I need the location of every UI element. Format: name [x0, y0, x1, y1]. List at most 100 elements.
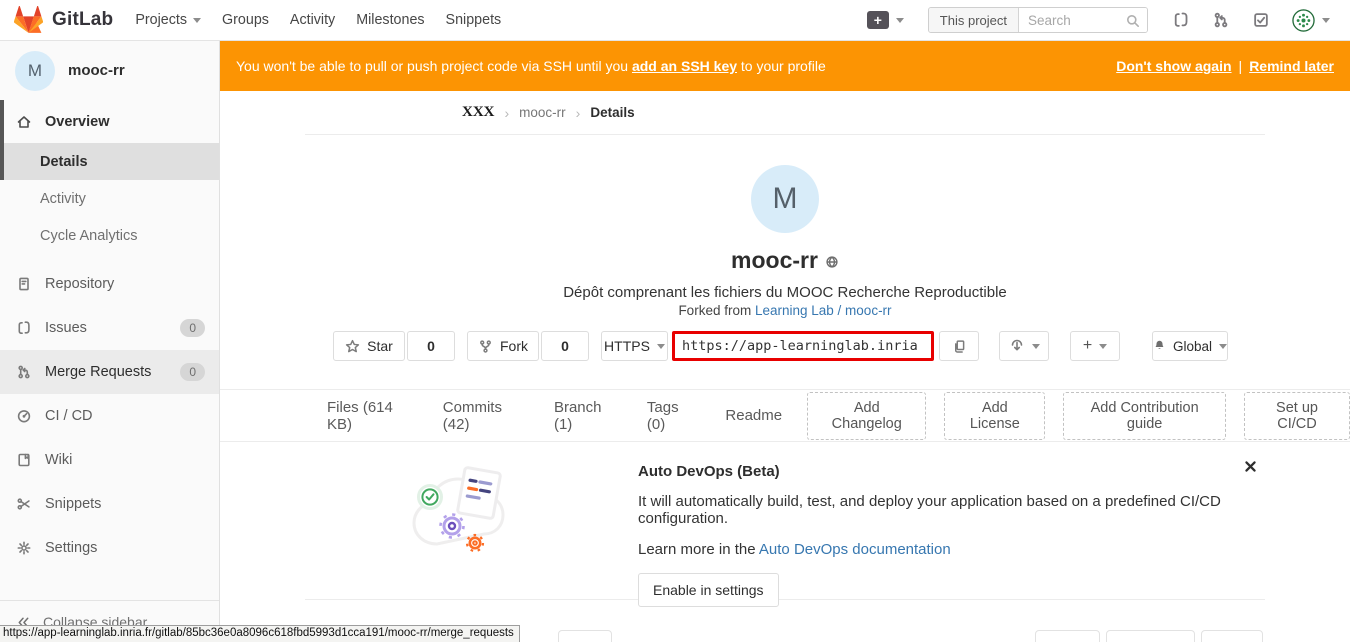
nav-snippets[interactable]: Snippets [446, 12, 502, 28]
book-icon [16, 452, 32, 468]
search-icon [1125, 13, 1141, 29]
cut-off-button[interactable] [558, 630, 612, 642]
cut-off-button[interactable] [1201, 630, 1263, 642]
gitlab-tanuki-icon [14, 6, 43, 34]
project-title: mooc-rr [731, 247, 818, 274]
tab-tags[interactable]: Tags (0) [640, 399, 703, 433]
sidebar-item-overview[interactable]: Overview [0, 100, 219, 143]
fork-button[interactable]: Fork [467, 331, 539, 361]
banner-text: You won't be able to pull or push projec… [236, 58, 628, 74]
navbar-right: + This project [867, 7, 1350, 33]
nav-projects[interactable]: Projects [135, 12, 201, 28]
sidebar-project-header[interactable]: M mooc-rr [0, 41, 219, 100]
sidebar-item-merge-requests[interactable]: Merge Requests 0 [0, 350, 219, 394]
enable-in-settings-button[interactable]: Enable in settings [638, 573, 779, 607]
close-icon[interactable] [1244, 460, 1257, 473]
breadcrumb-page: Details [590, 105, 634, 120]
status-bar-url: https://app-learninglab.inria.fr/gitlab/… [0, 625, 520, 642]
gitlab-wordmark: GitLab [52, 9, 113, 31]
sidebar-item-settings[interactable]: Settings [0, 526, 219, 570]
project-avatar-small: M [15, 51, 55, 91]
tab-files[interactable]: Files (614 KB) [320, 399, 421, 433]
top-navbar: GitLab Projects Groups Activity Mileston… [0, 0, 1350, 41]
search-scope-label: This project [929, 8, 1019, 32]
sidebar-item-details[interactable]: Details [0, 143, 219, 180]
add-ssh-key-link[interactable]: add an SSH key [632, 58, 737, 74]
new-menu-button[interactable]: + [867, 11, 904, 29]
gitlab-logo[interactable]: GitLab [14, 6, 113, 34]
scissors-icon [16, 496, 32, 512]
autodevops-title: Auto DevOps (Beta) [638, 463, 1265, 480]
banner-divider: | [1239, 58, 1243, 74]
fork-count[interactable]: 0 [541, 331, 589, 361]
breadcrumb-separator: › [576, 105, 581, 121]
issues-icon[interactable] [1172, 11, 1190, 29]
chevron-down-icon [1032, 344, 1040, 349]
tab-commits[interactable]: Commits (42) [436, 399, 532, 433]
notification-dropdown[interactable]: Global [1152, 331, 1228, 361]
nav-milestones[interactable]: Milestones [356, 12, 424, 28]
issues-icon [16, 320, 32, 336]
star-button[interactable]: Star [333, 331, 405, 361]
forked-from-label: Forked from [678, 303, 751, 318]
merge-request-icon[interactable] [1212, 11, 1230, 29]
sidebar-project-name: mooc-rr [68, 62, 125, 79]
project-description: Dépôt comprenant les fichiers du MOOC Re… [220, 284, 1350, 301]
breadcrumb-group[interactable]: XXX [462, 104, 495, 121]
autodevops-docs-link[interactable]: Auto DevOps documentation [759, 541, 951, 558]
project-header: M mooc-rr Dépôt comprenant les fichiers … [220, 165, 1350, 318]
cut-off-button[interactable] [1106, 630, 1195, 642]
bell-icon [1153, 339, 1166, 353]
autodevops-illustration [405, 452, 525, 564]
add-changelog-button[interactable]: Add Changelog [807, 392, 926, 440]
plus-icon: + [1083, 337, 1092, 355]
breadcrumb-separator: › [505, 105, 510, 121]
home-icon [16, 114, 32, 130]
auto-devops-callout: Auto DevOps (Beta) It will automatically… [305, 442, 1265, 600]
clipboard-icon [952, 339, 967, 354]
sidebar-item-cycle-analytics[interactable]: Cycle Analytics [0, 217, 219, 254]
sidebar-item-issues[interactable]: Issues 0 [0, 306, 219, 350]
clone-url-input[interactable]: https://app-learninglab.inria [672, 331, 934, 361]
autodevops-description: It will automatically build, test, and d… [638, 493, 1265, 527]
sidebar-item-repository[interactable]: Repository [0, 262, 219, 306]
todos-icon[interactable] [1252, 11, 1270, 29]
cut-off-button[interactable] [1035, 630, 1100, 642]
breadcrumb-bar: XXX › mooc-rr › Details [220, 91, 1350, 135]
project-stats-bar: Files (614 KB) Commits (42) Branch (1) T… [220, 389, 1350, 442]
tab-readme[interactable]: Readme [718, 407, 789, 424]
star-icon [345, 339, 360, 354]
divider [0, 254, 219, 262]
user-menu[interactable] [1292, 9, 1330, 32]
chevron-down-icon [1322, 18, 1330, 23]
tab-branch[interactable]: Branch (1) [547, 399, 625, 433]
dont-show-again-link[interactable]: Don't show again [1116, 58, 1231, 74]
public-globe-icon [825, 255, 839, 269]
chevron-down-icon [193, 18, 201, 23]
project-avatar: M [751, 165, 819, 233]
forked-from-link[interactable]: Learning Lab / mooc-rr [755, 303, 892, 318]
download-dropdown[interactable] [999, 331, 1049, 361]
user-avatar [1292, 9, 1315, 32]
chevron-down-icon [1219, 344, 1227, 349]
protocol-dropdown[interactable]: HTTPS [601, 331, 668, 361]
add-license-button[interactable]: Add License [944, 392, 1045, 440]
add-contribution-guide-button[interactable]: Add Contribution guide [1063, 392, 1226, 440]
download-icon [1009, 338, 1025, 354]
primary-nav: Projects Groups Activity Milestones Snip… [135, 12, 501, 28]
add-dropdown[interactable]: + [1070, 331, 1120, 361]
remind-later-link[interactable]: Remind later [1249, 58, 1334, 74]
nav-activity[interactable]: Activity [290, 12, 335, 28]
merge-request-icon [16, 364, 32, 380]
sidebar-item-wiki[interactable]: Wiki [0, 438, 219, 482]
copy-url-button[interactable] [939, 331, 979, 361]
sidebar-item-ci-cd[interactable]: CI / CD [0, 394, 219, 438]
sidebar-item-activity[interactable]: Activity [0, 180, 219, 217]
star-count[interactable]: 0 [407, 331, 455, 361]
nav-groups[interactable]: Groups [222, 12, 269, 28]
search-group: This project [928, 7, 1148, 33]
sidebar-item-snippets[interactable]: Snippets [0, 482, 219, 526]
merge-requests-count-badge: 0 [180, 363, 205, 381]
breadcrumb-project[interactable]: mooc-rr [519, 105, 566, 120]
setup-ci-cd-button[interactable]: Set up CI/CD [1244, 392, 1350, 440]
